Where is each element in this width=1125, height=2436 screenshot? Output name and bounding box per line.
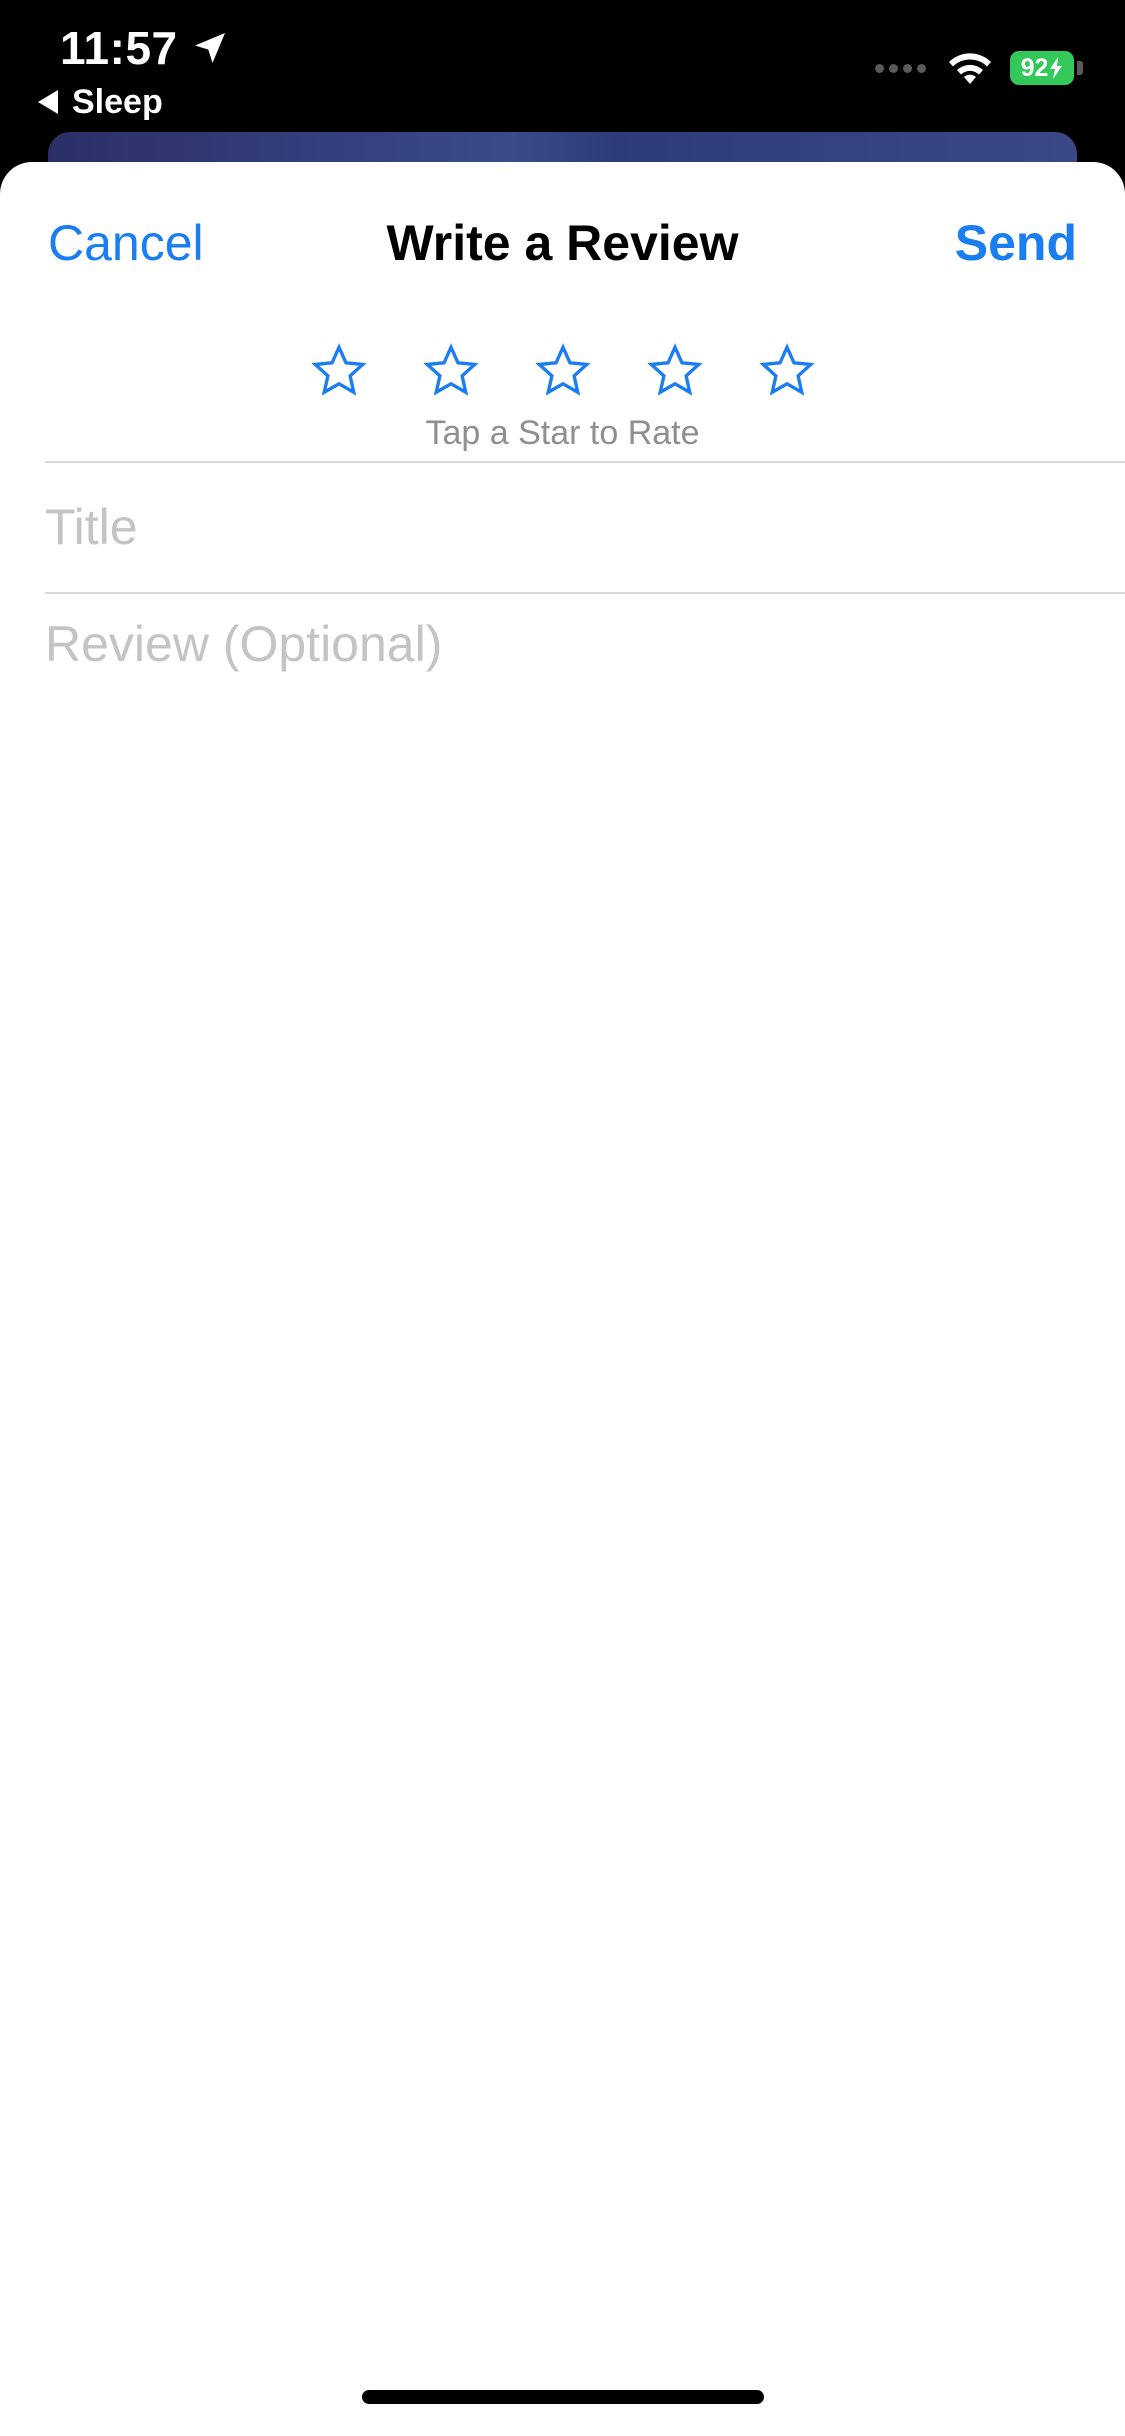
divider xyxy=(45,461,1125,463)
nav-bar: Write a Review Cancel Send xyxy=(0,162,1125,332)
star-outline-icon xyxy=(422,343,479,396)
bolt-icon xyxy=(1050,57,1063,79)
review-sheet: Write a Review Cancel Send Tap a Star to… xyxy=(0,162,1125,2436)
title-input[interactable] xyxy=(45,464,1085,590)
battery-indicator: 92 xyxy=(1010,51,1074,85)
review-textarea[interactable] xyxy=(45,612,1085,2312)
status-indicators: 92 xyxy=(875,46,1083,90)
wifi-icon xyxy=(949,53,991,84)
back-triangle-icon xyxy=(38,90,58,114)
star-1-button[interactable] xyxy=(310,342,368,400)
app-screen: 11:57 Sleep 92 Write a Review Cancel Sen… xyxy=(0,0,1125,2436)
star-outline-icon xyxy=(646,343,703,396)
star-5-button[interactable] xyxy=(758,342,816,400)
battery-level: 92 xyxy=(1020,53,1049,82)
cellular-signal-icon xyxy=(875,63,926,73)
star-2-button[interactable] xyxy=(422,342,480,400)
star-4-button[interactable] xyxy=(646,342,704,400)
star-outline-icon xyxy=(758,343,815,396)
star-3-button[interactable] xyxy=(534,342,592,400)
star-outline-icon xyxy=(534,343,591,396)
star-rating xyxy=(0,342,1125,400)
time-label: 11:57 xyxy=(60,22,178,74)
cancel-button[interactable]: Cancel xyxy=(48,214,204,272)
send-button[interactable]: Send xyxy=(955,214,1077,272)
back-app-label: Sleep xyxy=(72,82,163,121)
back-to-app-button[interactable]: Sleep xyxy=(38,80,163,124)
home-indicator[interactable] xyxy=(362,2390,764,2404)
battery-cap xyxy=(1077,61,1083,75)
rating-hint: Tap a Star to Rate xyxy=(425,414,700,452)
location-arrow-icon xyxy=(194,33,225,63)
divider xyxy=(45,592,1125,594)
star-outline-icon xyxy=(310,343,367,396)
status-time: 11:57 xyxy=(60,20,230,76)
